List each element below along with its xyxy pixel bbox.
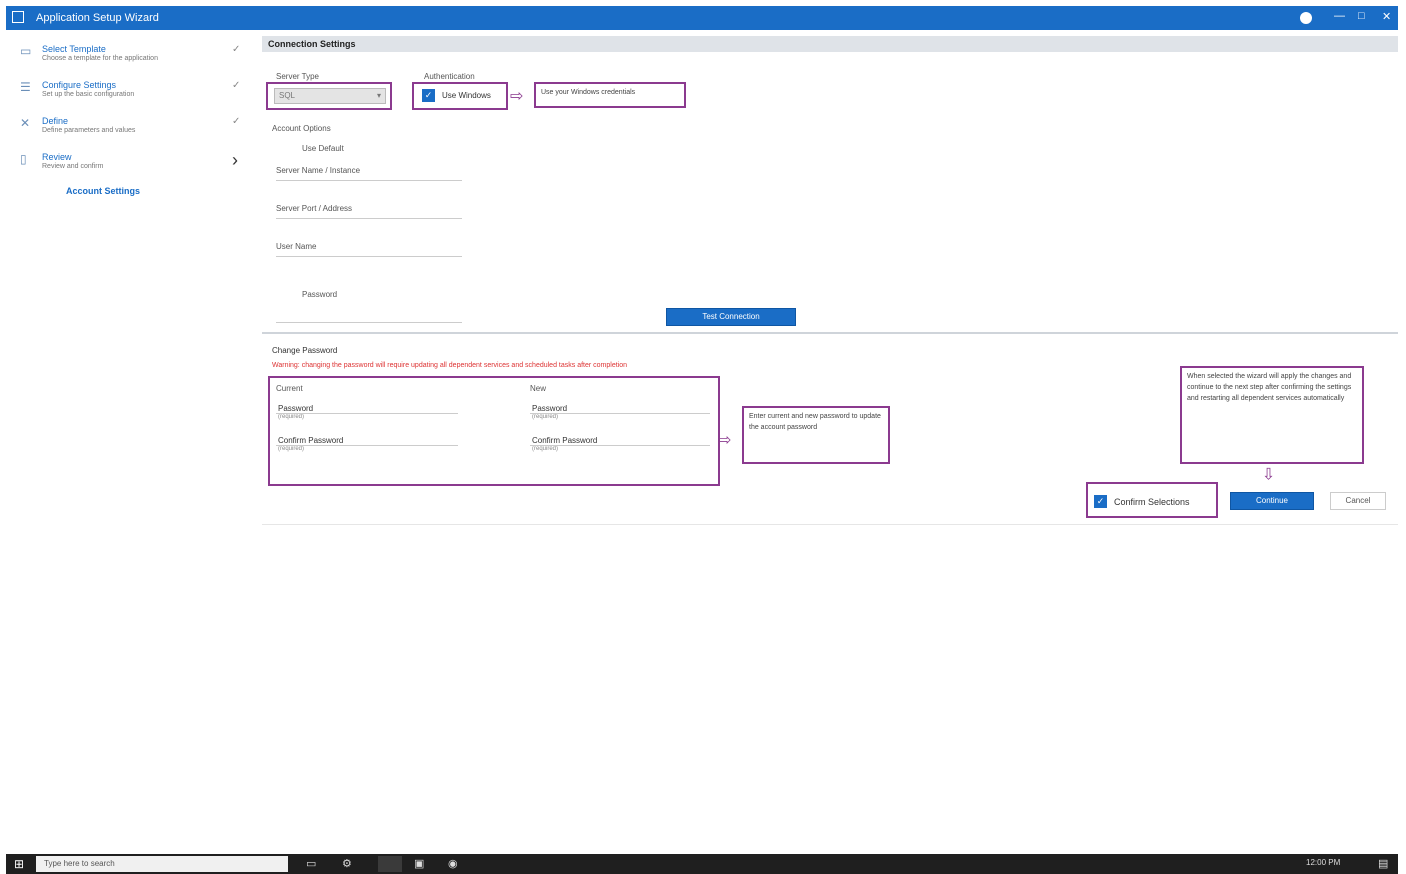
server-type-select[interactable]: SQL ▾	[274, 88, 386, 104]
password-input[interactable]	[276, 322, 462, 323]
step-name: Select Template	[42, 44, 106, 54]
confirm-selections-label: Confirm Selections	[1114, 497, 1190, 507]
step-name: Configure Settings	[42, 80, 117, 90]
arrow-down-icon: ⇨	[1259, 467, 1277, 481]
os-taskbar: ⊞ Type here to search ▭ ⚙ ▣ ◉ 12:00 PM ▤	[6, 854, 1398, 874]
section-header: Connection Settings	[262, 36, 1398, 52]
current-column-label: Current	[276, 384, 303, 393]
current-confirm-hint: (required)	[278, 446, 305, 452]
taskbar-clock: 12:00 PM	[1306, 858, 1341, 867]
user-avatar-icon[interactable]	[1300, 12, 1312, 24]
new-confirm-input[interactable]	[530, 445, 710, 446]
notifications-icon[interactable]: ▤	[1378, 857, 1388, 870]
current-password-hint: (required)	[278, 414, 305, 420]
app-icon	[12, 11, 24, 23]
cancel-button[interactable]: Cancel	[1330, 492, 1386, 510]
checkmark-icon: ✓	[232, 44, 241, 55]
document-icon: ▯	[20, 152, 27, 166]
warning-text: Warning: changing the password will requ…	[272, 362, 628, 369]
note-confirm: When selected the wizard will apply the …	[1180, 366, 1364, 464]
confirm-selections-checkbox[interactable]: ✓	[1094, 495, 1107, 508]
auth-label: Authentication	[424, 72, 475, 81]
bottom-divider	[262, 524, 1398, 525]
server-type-label: Server Type	[276, 72, 319, 81]
server-name-label: Server Name / Instance	[276, 166, 361, 175]
new-password-hint: (required)	[532, 414, 559, 420]
task-view-icon[interactable]: ▭	[306, 857, 316, 870]
wizard-steps-sidebar: ▭ Select Template Choose a template for …	[6, 32, 256, 852]
new-password-value: Password	[532, 404, 568, 413]
substep-account-settings[interactable]: Account Settings	[66, 186, 140, 196]
new-confirm-value: Confirm Password	[532, 436, 598, 445]
section-title: Connection Settings	[268, 39, 356, 49]
account-default: Use Default	[302, 144, 344, 153]
step-name: Define	[42, 116, 69, 126]
settings-icon[interactable]: ⚙	[342, 857, 352, 870]
user-name-input[interactable]	[276, 256, 462, 257]
change-password-label: Change Password	[272, 346, 338, 355]
checkmark-icon: ✓	[232, 116, 241, 127]
note-windows: Use your Windows credentials	[534, 82, 686, 108]
current-password-value: Password	[278, 404, 314, 413]
use-windows-checkbox[interactable]: ✓	[422, 89, 435, 102]
server-port-input[interactable]	[276, 218, 462, 219]
user-name-label: User Name	[276, 242, 317, 251]
checkmark-icon: ✓	[232, 80, 241, 91]
note-confirm-text: When selected the wizard will apply the …	[1187, 373, 1352, 402]
window-titlebar: Application Setup Wizard — □ ✕	[6, 6, 1398, 30]
step-name: Review	[42, 152, 72, 162]
tools-icon: ✕	[20, 116, 31, 130]
step-description: Set up the basic configuration	[42, 91, 135, 98]
taskbar-search-input[interactable]: Type here to search	[36, 856, 288, 872]
server-port-label: Server Port / Address	[276, 204, 353, 213]
password-label: Password	[302, 290, 338, 299]
note-windows-text: Use your Windows credentials	[541, 89, 636, 96]
current-confirm-value: Confirm Password	[278, 436, 344, 445]
step-description: Review and confirm	[42, 163, 104, 170]
new-column-label: New	[530, 384, 547, 393]
maximize-button[interactable]: □	[1358, 10, 1365, 22]
new-password-input[interactable]	[530, 413, 710, 414]
test-connection-button[interactable]: Test Connection	[666, 308, 796, 326]
template-icon: ▭	[20, 44, 32, 58]
annotation-box	[268, 376, 720, 486]
windows-start-icon[interactable]: ⊞	[14, 857, 24, 871]
current-confirm-input[interactable]	[276, 445, 458, 446]
server-type-value: SQL	[279, 91, 296, 100]
window-title: Application Setup Wizard	[36, 12, 159, 24]
use-windows-label: Use Windows	[442, 91, 491, 100]
account-label: Account Options	[272, 124, 331, 133]
step-description: Choose a template for the application	[42, 55, 158, 62]
new-confirm-hint: (required)	[532, 446, 559, 452]
minimize-button[interactable]: —	[1334, 10, 1345, 22]
continue-button[interactable]: Continue	[1230, 492, 1314, 510]
browser-icon[interactable]: ◉	[448, 857, 458, 870]
section-divider	[262, 332, 1398, 334]
step-description: Define parameters and values	[42, 127, 136, 134]
current-password-input[interactable]	[276, 413, 458, 414]
folder-icon[interactable]: ▣	[414, 857, 424, 870]
close-button[interactable]: ✕	[1382, 10, 1391, 23]
note-password: Enter current and new password to update…	[742, 406, 890, 464]
note-password-text: Enter current and new password to update…	[749, 413, 881, 431]
arrow-right-icon: ⇨	[718, 432, 732, 449]
settings-icon: ☰	[20, 80, 31, 94]
arrow-right-icon: ⇨	[510, 88, 524, 105]
server-name-input[interactable]	[276, 180, 462, 181]
chevron-right-icon: ›	[232, 150, 238, 170]
chevron-down-icon: ▾	[376, 91, 381, 100]
app-taskbar-icon[interactable]	[378, 856, 402, 872]
